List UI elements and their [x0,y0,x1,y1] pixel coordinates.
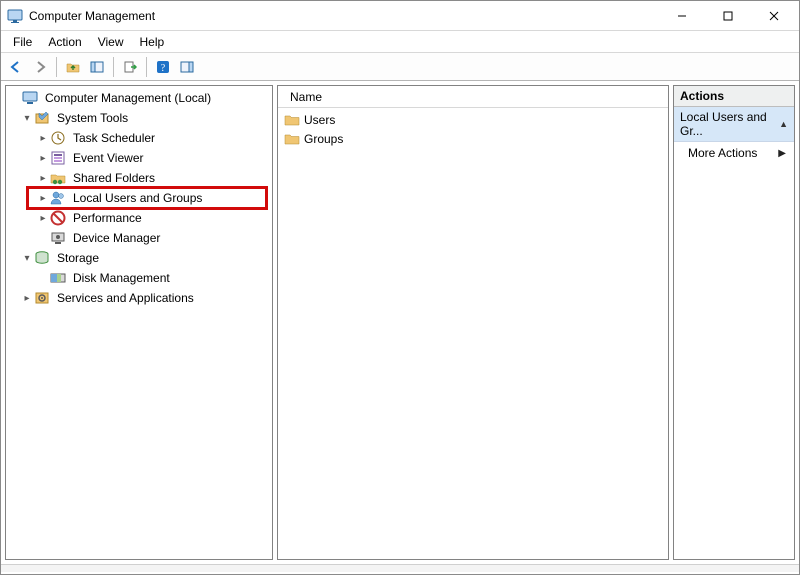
main-area: Computer Management (Local) ▾ System Too… [1,81,799,564]
chevron-right-icon[interactable]: ▸ [20,293,34,304]
tree-device-manager[interactable]: Device Manager [6,228,272,248]
list-item-users[interactable]: Users [280,110,666,129]
folder-icon [284,112,300,128]
window-title: Computer Management [29,9,659,23]
list-item-groups[interactable]: Groups [280,129,666,148]
submenu-arrow-icon: ▶ [778,148,786,159]
actions-title: Actions [674,86,794,107]
show-hide-action-pane-button[interactable] [176,56,198,78]
column-header-name[interactable]: Name [284,88,328,106]
tree-panel: Computer Management (Local) ▾ System Too… [5,85,273,560]
minimize-button[interactable] [659,1,705,31]
event-viewer-icon [50,150,66,166]
menubar: File Action View Help [1,31,799,53]
shared-folders-icon [50,170,66,186]
computer-management-icon [22,90,38,106]
help-button[interactable]: ? [152,56,174,78]
actions-panel: Actions Local Users and Gr... ▲ More Act… [673,85,795,560]
tree-event-viewer[interactable]: ▸ Event Viewer [6,148,272,168]
back-button[interactable] [5,56,27,78]
list-header[interactable]: Name [278,86,668,108]
tree-event-viewer-label: Event Viewer [70,150,146,166]
list-body: Users Groups [278,108,668,150]
menu-view[interactable]: View [90,33,132,51]
tree-root-label: Computer Management (Local) [42,90,214,106]
tree-shared-folders[interactable]: ▸ Shared Folders [6,168,272,188]
tree-storage-label: Storage [54,250,102,266]
close-button[interactable] [751,1,797,31]
tree-system-tools-label: System Tools [54,110,131,126]
tree-shared-folders-label: Shared Folders [70,170,158,186]
statusbar [1,564,799,572]
actions-item-label: More Actions [688,146,757,160]
tree-root[interactable]: Computer Management (Local) [6,88,272,108]
tree-local-users-groups[interactable]: ▸ Local Users and Groups [6,188,272,208]
menu-file[interactable]: File [5,33,40,51]
chevron-right-icon[interactable]: ▸ [36,133,50,144]
performance-icon [50,210,66,226]
storage-icon [34,250,50,266]
list-item-label: Users [304,113,335,127]
actions-group-header[interactable]: Local Users and Gr... ▲ [674,107,794,142]
clock-icon [50,130,66,146]
tree-device-manager-label: Device Manager [70,230,163,246]
chevron-right-icon[interactable]: ▸ [36,213,50,224]
tree-task-scheduler[interactable]: ▸ Task Scheduler [6,128,272,148]
chevron-right-icon[interactable]: ▸ [36,173,50,184]
tree-disk-management[interactable]: Disk Management [6,268,272,288]
actions-more-actions[interactable]: More Actions ▶ [674,142,794,164]
folder-icon [284,131,300,147]
list-item-label: Groups [304,132,343,146]
chevron-down-icon[interactable]: ▾ [20,113,34,124]
tree-services-apps-label: Services and Applications [54,290,197,306]
services-apps-icon [34,290,50,306]
toolbar-separator [146,57,147,77]
disk-management-icon [50,270,66,286]
actions-group-label: Local Users and Gr... [680,110,779,138]
chevron-right-icon[interactable]: ▸ [36,193,50,204]
tree-disk-management-label: Disk Management [70,270,173,286]
list-panel: Name Users Groups [277,85,669,560]
tree-system-tools[interactable]: ▾ System Tools [6,108,272,128]
toolbar-separator [56,57,57,77]
system-tools-icon [34,110,50,126]
toolbar: ? [1,53,799,81]
local-users-groups-icon [50,190,66,206]
titlebar: Computer Management [1,1,799,31]
maximize-button[interactable] [705,1,751,31]
navigation-tree: Computer Management (Local) ▾ System Too… [6,86,272,310]
chevron-right-icon[interactable]: ▸ [36,153,50,164]
tree-performance[interactable]: ▸ Performance [6,208,272,228]
forward-button[interactable] [29,56,51,78]
chevron-down-icon[interactable]: ▾ [20,253,34,264]
up-folder-button[interactable] [62,56,84,78]
device-manager-icon [50,230,66,246]
collapse-icon[interactable]: ▲ [779,119,788,129]
show-hide-tree-button[interactable] [86,56,108,78]
tree-performance-label: Performance [70,210,145,226]
app-icon [7,8,23,24]
menu-help[interactable]: Help [132,33,173,51]
tree-task-scheduler-label: Task Scheduler [70,130,158,146]
svg-text:?: ? [161,63,166,74]
menu-action[interactable]: Action [40,33,89,51]
export-list-button[interactable] [119,56,141,78]
tree-services-apps[interactable]: ▸ Services and Applications [6,288,272,308]
toolbar-separator [113,57,114,77]
tree-local-users-groups-label: Local Users and Groups [70,190,205,206]
tree-storage[interactable]: ▾ Storage [6,248,272,268]
